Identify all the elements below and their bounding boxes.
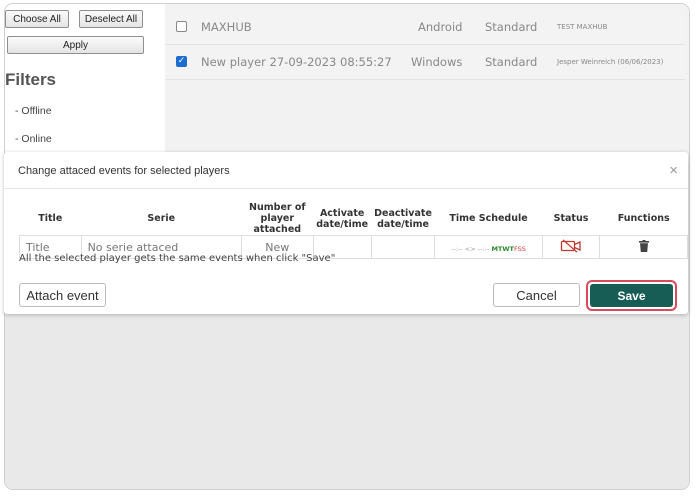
deselect-all-button[interactable]: Deselect All: [79, 10, 143, 28]
player-row[interactable]: MAXHUB Android Standard TEST MAXHUB: [165, 10, 685, 45]
col-activate: Activate date/time: [316, 207, 369, 230]
check-icon: ✓: [177, 56, 186, 66]
player-row[interactable]: ✓ New player 27-09-2023 08:55:27 Windows…: [165, 45, 685, 80]
player-os: Android: [418, 20, 463, 34]
trash-icon[interactable]: [638, 239, 649, 252]
save-note: All the selected player gets the same ev…: [19, 253, 336, 264]
choose-all-button[interactable]: Choose All: [5, 10, 69, 28]
player-checkbox[interactable]: ✓: [176, 56, 187, 67]
col-deactivate: Deactivate date/time: [374, 207, 432, 230]
modal-title: Change attaced events for selected playe…: [18, 165, 230, 177]
time-schedule-value: --:-- <> --:-- MTWTFSS: [451, 244, 526, 253]
col-functions: Functions: [617, 213, 670, 224]
col-time-schedule: Time Schedule: [449, 213, 528, 224]
modal-header: Change attaced events for selected playe…: [4, 152, 688, 189]
event-functions-cell: [599, 235, 688, 259]
filter-offline[interactable]: - Offline: [15, 105, 52, 117]
col-title: Title: [38, 213, 63, 224]
events-table: Title Serie Number of player attached Act…: [19, 202, 688, 259]
player-list: MAXHUB Android Standard TEST MAXHUB ✓ Ne…: [165, 4, 689, 164]
left-panel: Choose All Deselect All Apply Filters - …: [5, 4, 165, 164]
events-table-header: Title Serie Number of player attached Act…: [20, 202, 688, 236]
attach-events-modal: Change attaced events for selected playe…: [4, 152, 688, 314]
col-number: Number of player attached: [249, 202, 306, 235]
player-name: MAXHUB: [201, 20, 252, 34]
cancel-button[interactable]: Cancel: [493, 283, 580, 307]
event-status-cell: [541, 235, 601, 259]
event-deactivate-cell[interactable]: [370, 235, 436, 259]
filters-title: Filters: [5, 70, 57, 89]
apply-button[interactable]: Apply: [7, 36, 144, 54]
player-os: Windows: [411, 55, 463, 69]
player-info: Jesper Weinreich (06/06/2023): [557, 58, 664, 66]
col-serie: Serie: [147, 213, 176, 224]
player-type: Standard: [485, 20, 538, 34]
camera-off-icon[interactable]: [560, 238, 582, 253]
close-icon[interactable]: ×: [669, 162, 678, 179]
attach-event-button[interactable]: Attach event: [19, 283, 106, 307]
save-button[interactable]: Save: [590, 284, 673, 307]
filter-online[interactable]: - Online: [15, 133, 52, 145]
player-info: TEST MAXHUB: [557, 23, 608, 31]
col-status: Status: [553, 213, 589, 224]
player-type: Standard: [485, 55, 538, 69]
player-name: New player 27-09-2023 08:55:27: [201, 55, 392, 69]
save-highlight: Save: [586, 280, 677, 311]
player-checkbox[interactable]: [176, 21, 187, 32]
event-time-schedule-cell[interactable]: --:-- <> --:-- MTWTFSS: [434, 235, 543, 259]
